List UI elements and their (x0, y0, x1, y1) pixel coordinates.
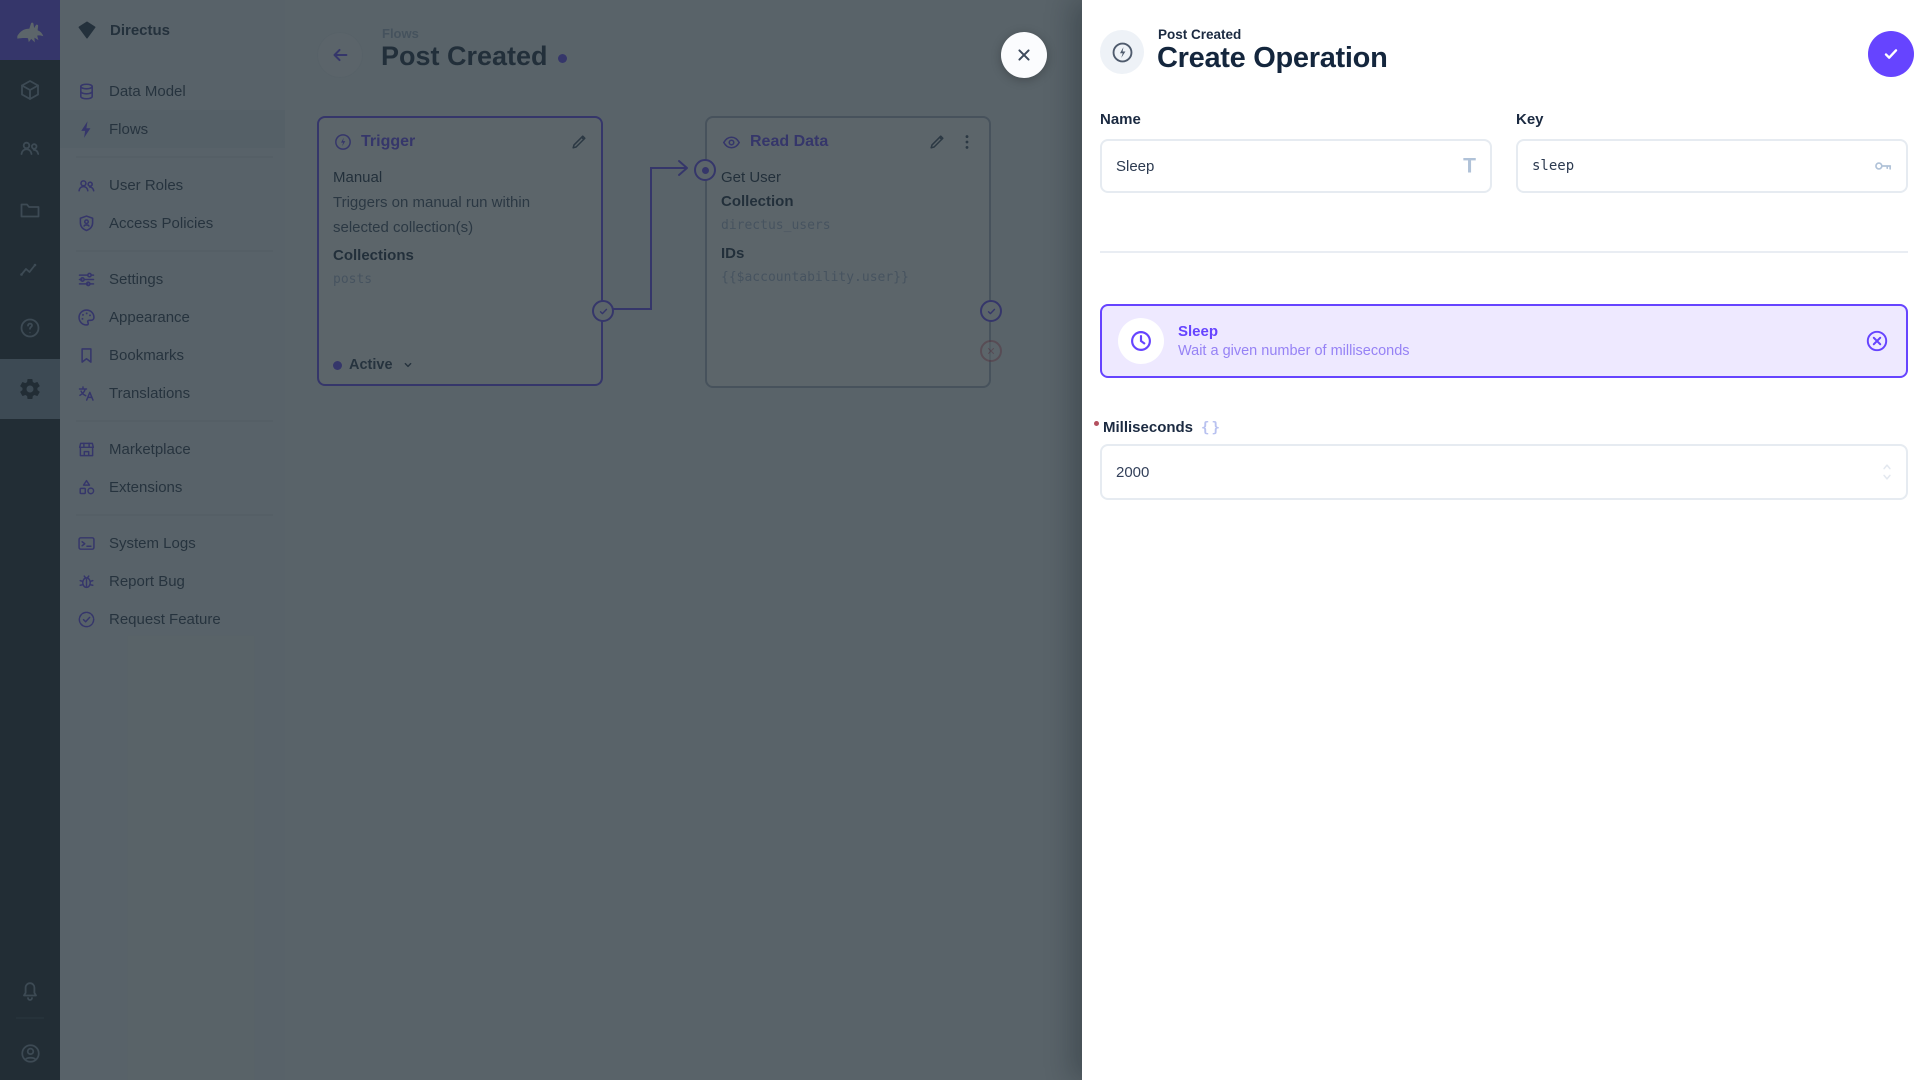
stepper-up-icon[interactable] (1880, 462, 1894, 471)
number-stepper[interactable] (1880, 462, 1894, 483)
selected-operation-sleep[interactable]: Sleep Wait a given number of millisecond… (1100, 304, 1908, 378)
close-icon (1013, 44, 1035, 66)
circle-x-icon (1864, 328, 1890, 354)
bolt-circle-icon (1110, 40, 1135, 65)
drawer-header-chip (1100, 30, 1144, 74)
milliseconds-input-wrapper (1100, 444, 1920, 500)
directus-app: Directus Data Model Flows User Roles Acc… (0, 0, 1920, 1080)
create-operation-drawer: Post Created Create Operation Name Key T… (1082, 0, 1920, 1080)
drawer-breadcrumb: Post Created (1158, 27, 1242, 42)
name-input-wrapper: T (1100, 139, 1548, 193)
drawer-title: Create Operation (1157, 42, 1388, 74)
stepper-down-icon[interactable] (1880, 474, 1894, 483)
operation-icon-circle (1118, 318, 1164, 364)
milliseconds-input[interactable] (1102, 446, 1920, 498)
milliseconds-label-text: Milliseconds (1103, 419, 1194, 436)
key-input-wrapper (1516, 139, 1920, 193)
title-format-icon: T (1463, 154, 1476, 178)
save-button[interactable] (1868, 31, 1914, 77)
operation-type-name: Sleep (1178, 322, 1219, 340)
operation-texts: Sleep Wait a given number of millisecond… (1178, 322, 1410, 361)
key-input[interactable] (1518, 141, 1920, 191)
operation-type-description: Wait a given number of milliseconds (1178, 342, 1410, 359)
milliseconds-field-label: Milliseconds {} (1094, 419, 1222, 436)
raw-value-toggle-icon[interactable]: {} (1201, 420, 1222, 436)
name-input[interactable] (1102, 141, 1548, 191)
drawer-overlay[interactable] (0, 0, 1082, 1080)
close-drawer-button[interactable] (1001, 32, 1047, 78)
check-icon (1880, 43, 1902, 65)
drawer-divider (1100, 251, 1908, 253)
clock-icon (1128, 328, 1154, 354)
key-icon (1872, 155, 1894, 177)
deselect-operation-button[interactable] (1864, 328, 1890, 354)
key-field-label: Key (1516, 111, 1544, 128)
name-field-label: Name (1100, 111, 1141, 128)
required-dot (1094, 421, 1099, 426)
